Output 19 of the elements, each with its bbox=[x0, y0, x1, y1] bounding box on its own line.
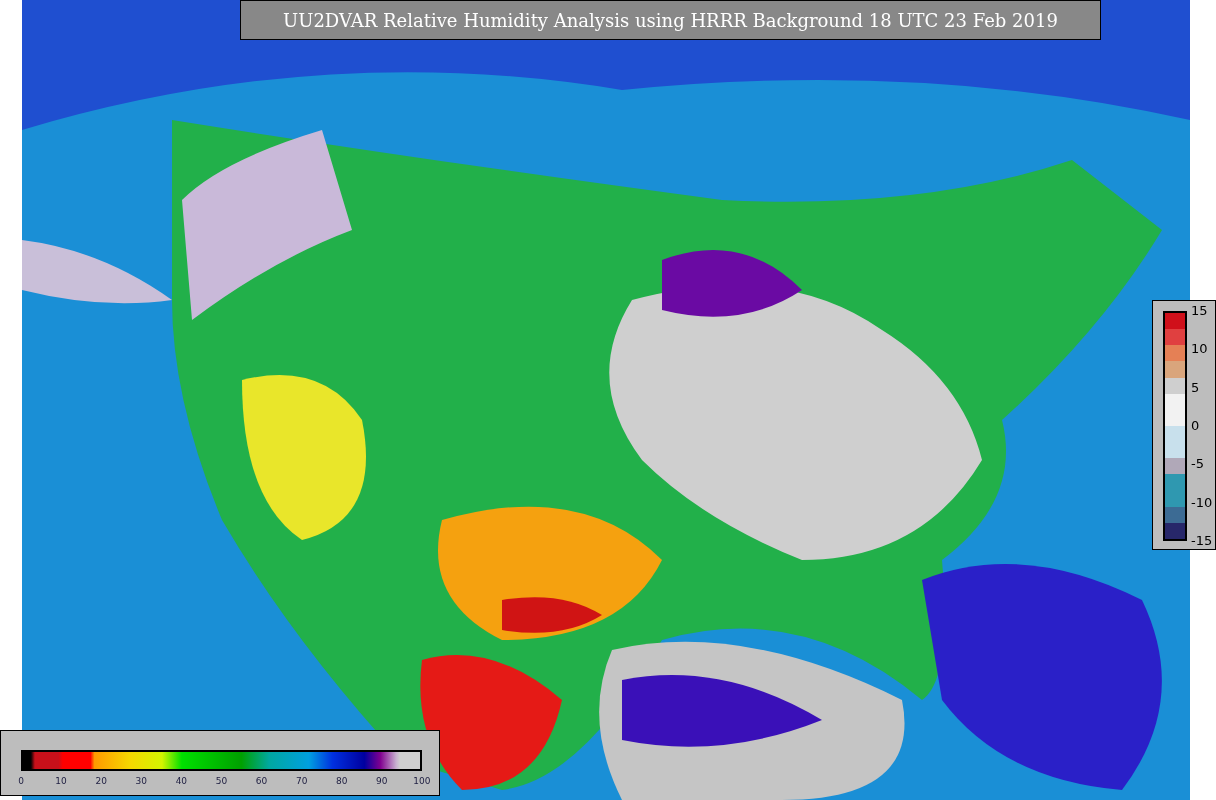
tick-label: 20 bbox=[94, 775, 108, 788]
tick-label: 90 bbox=[375, 775, 389, 788]
tick-label: 60 bbox=[254, 775, 269, 788]
tick-label: 50 bbox=[214, 775, 229, 788]
tick-label: 100 bbox=[412, 775, 432, 788]
tick-label: 10 bbox=[54, 775, 68, 788]
tick-label: 15 bbox=[1191, 303, 1209, 319]
tick-label: 30 bbox=[134, 775, 148, 788]
tick-label: 10 bbox=[1191, 341, 1209, 358]
tick-label: -15 bbox=[1191, 532, 1213, 549]
tick-label: 80 bbox=[335, 775, 349, 788]
tick-label: 5 bbox=[1191, 379, 1201, 396]
tick-label: 70 bbox=[294, 775, 309, 788]
tick-label: 0 bbox=[17, 775, 25, 788]
tick-label: 0 bbox=[1191, 418, 1201, 434]
tick-label: 40 bbox=[174, 775, 189, 788]
map-title: UU2DVAR Relative Humidity Analysis using HRRR Background 18 UTC 23 Feb 2019 bbox=[283, 8, 1058, 33]
tick-label: -10 bbox=[1191, 494, 1213, 511]
tick-label: -5 bbox=[1191, 456, 1205, 473]
